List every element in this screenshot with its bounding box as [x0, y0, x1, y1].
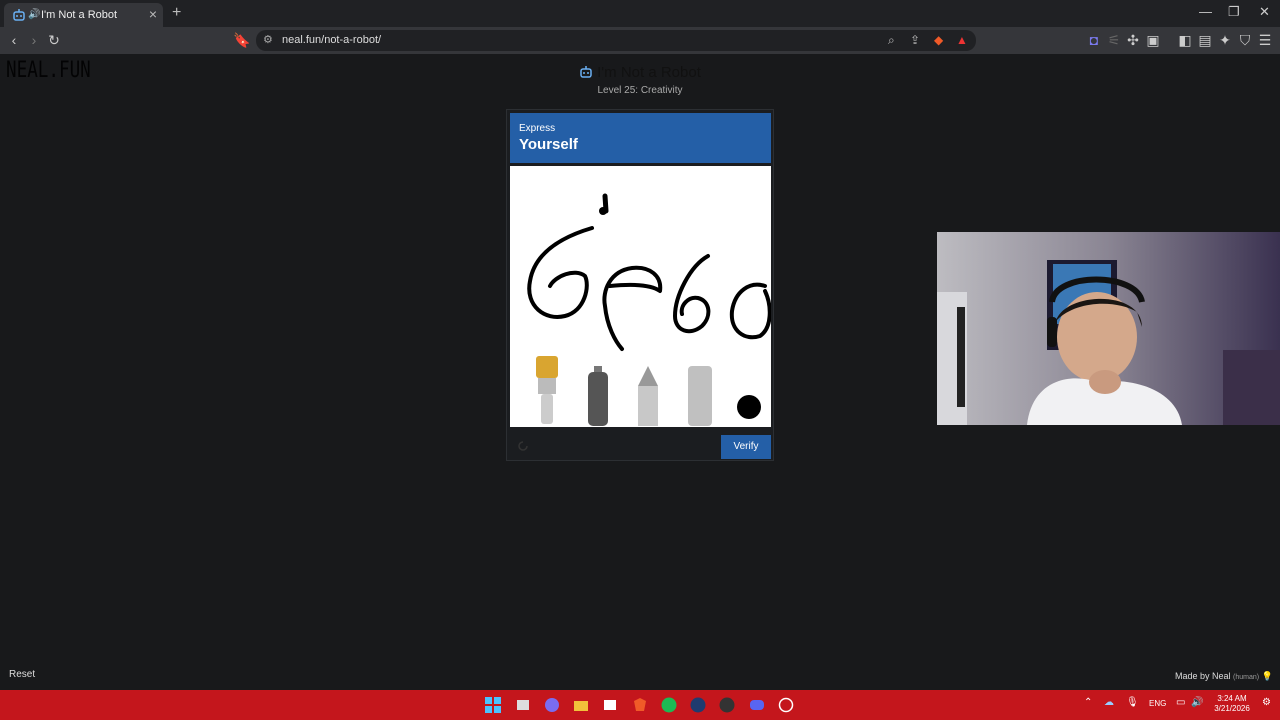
captcha-instruction-big: Yourself [519, 136, 578, 153]
clock-time: 3:24 AM [1217, 694, 1247, 703]
sidebar-icon[interactable]: ◧ [1177, 32, 1193, 48]
close-tab-icon[interactable]: × [149, 6, 157, 22]
spray-can-tool[interactable] [584, 366, 612, 426]
address-bar[interactable]: ⚙ neal.fun/not-a-robot/ ⌕ ⇪ ◆ ▲ [256, 30, 976, 51]
zoom-icon[interactable]: ⌕ [888, 33, 895, 48]
minimize-button[interactable]: — [1199, 4, 1212, 19]
notification-icon[interactable]: ⚙ [1262, 697, 1278, 713]
pencil-tool[interactable] [636, 366, 660, 426]
language-indicator[interactable]: ENG [1149, 699, 1166, 708]
bookmark-icon[interactable]: 🔖 [233, 32, 250, 48]
tray-overflow-icon[interactable]: ⌃ [1084, 697, 1100, 713]
brave-rewards-icon[interactable]: ▲ [956, 33, 968, 47]
speaker-icon[interactable]: 🔊 [28, 9, 40, 20]
color-swatch-tool[interactable] [736, 394, 762, 420]
windows-taskbar: ⌃ ☁ 🎙 ENG ▭ 🔊 3:24 AM 3/21/2026 ⚙ [0, 690, 1280, 720]
verify-button[interactable]: Verify [721, 435, 771, 459]
made-by-credit[interactable]: Made by Neal (human) 💡 [1175, 671, 1273, 682]
extension-icon[interactable]: ◘ [1086, 32, 1102, 48]
app-circle-icon[interactable] [778, 697, 794, 713]
drawing-canvas[interactable] [510, 166, 771, 427]
lightbulb-icon: 💡 [1261, 671, 1273, 681]
tab-title: I'm Not a Robot [41, 9, 118, 21]
menu-icon[interactable]: ☰ [1257, 32, 1273, 48]
made-by-text: Made by Neal [1175, 671, 1231, 681]
onedrive-icon[interactable]: ☁ [1104, 697, 1120, 713]
leo-ai-icon[interactable]: ✦ [1217, 32, 1233, 48]
restore-button[interactable]: ❐ [1228, 4, 1240, 20]
network-icon[interactable]: ▭ [1176, 697, 1192, 713]
browser-toolbar: ‹ › ↻ 🔖 ⚙ neal.fun/not-a-robot/ ⌕ ⇪ ◆ ▲ … [0, 27, 1280, 54]
page-title: I'm Not a Robot [0, 64, 1280, 81]
tab-strip: 🔊 I'm Not a Robot × + — ❐ ✕ [0, 0, 1280, 27]
robot-icon [580, 66, 592, 78]
captcha-header: Express Yourself [510, 113, 771, 163]
brave-shield-icon[interactable]: ◆ [934, 33, 943, 47]
extensions-puzzle-icon[interactable]: ✣ [1125, 32, 1141, 48]
task-view-icon[interactable] [515, 697, 531, 713]
made-by-note: (human) [1233, 674, 1260, 681]
new-tab-button[interactable]: + [172, 4, 181, 22]
obs-icon[interactable] [719, 697, 735, 713]
reload-icon[interactable]: ↻ [46, 32, 62, 48]
extension2-icon[interactable]: ⚟ [1106, 32, 1122, 48]
captcha-instruction-small: Express [519, 123, 556, 134]
brave-browser-icon[interactable] [632, 697, 648, 713]
wallet2-icon[interactable]: ▤ [1197, 32, 1213, 48]
paintbrush-tool[interactable] [532, 354, 562, 426]
close-window-button[interactable]: ✕ [1259, 4, 1270, 20]
discord-icon[interactable] [749, 697, 765, 713]
robot-favicon-icon [13, 9, 25, 21]
url-text: neal.fun/not-a-robot/ [282, 34, 382, 46]
webcam-overlay [937, 232, 1280, 425]
webcam-image [937, 232, 1280, 425]
clipchamp-icon[interactable] [602, 697, 618, 713]
level-subtitle: Level 25: Creativity [597, 85, 683, 96]
app-arrow-icon[interactable] [690, 697, 706, 713]
eraser-tool[interactable] [686, 366, 714, 426]
copilot-icon[interactable] [544, 697, 560, 713]
vpn-shield-icon[interactable]: ⛉ [1237, 32, 1253, 48]
file-explorer-icon[interactable] [573, 697, 589, 713]
site-info-icon[interactable]: ⚙ [263, 33, 273, 46]
windows-start-icon[interactable] [485, 697, 501, 713]
reset-button[interactable]: Reset [9, 669, 35, 680]
page-title-text: I'm Not a Robot [597, 64, 701, 81]
captcha-card: Express Yourself Verify [506, 109, 774, 461]
wallet-icon[interactable]: ▣ [1145, 32, 1161, 48]
volume-icon[interactable]: 🔊 [1191, 697, 1207, 713]
system-clock[interactable]: 3:24 AM 3/21/2026 [1212, 694, 1252, 714]
clock-date: 3/21/2026 [1214, 704, 1250, 713]
back-icon[interactable]: ‹ [6, 32, 22, 48]
browser-tab[interactable]: 🔊 I'm Not a Robot × [4, 3, 163, 27]
microphone-icon[interactable]: 🎙 [1126, 697, 1142, 713]
share-icon[interactable]: ⇪ [910, 33, 920, 47]
spotify-icon[interactable] [661, 697, 677, 713]
refresh-icon[interactable] [516, 439, 530, 453]
forward-icon[interactable]: › [26, 32, 42, 48]
